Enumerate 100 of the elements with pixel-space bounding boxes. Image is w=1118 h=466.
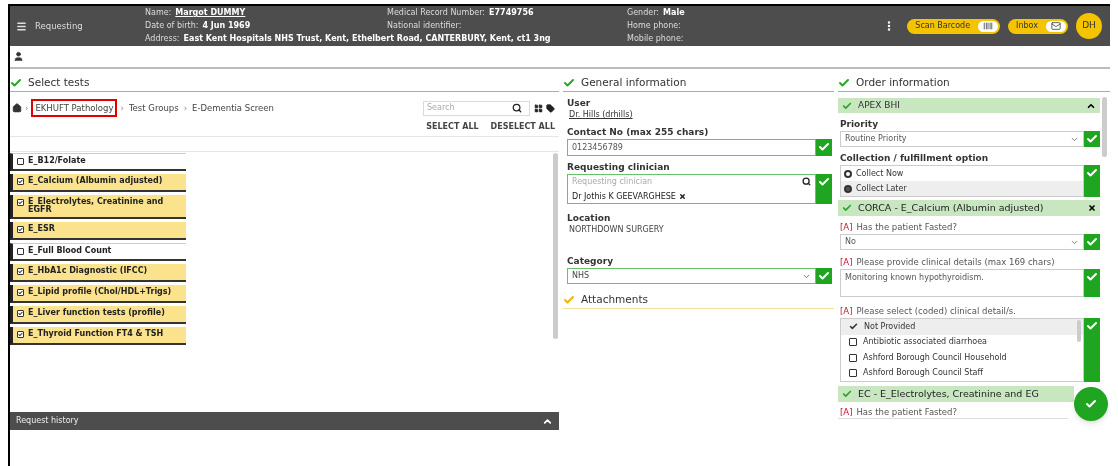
search-icon[interactable]	[802, 177, 811, 186]
checked-checkbox[interactable]	[17, 289, 24, 296]
radio-option[interactable]: Collect Later	[841, 181, 1083, 196]
field-label: Please select (coded) clinical detail/s.	[856, 305, 1016, 317]
location-value: NORTHDOWN SURGERY	[569, 224, 665, 235]
test-item[interactable]: E_Full Blood Count	[10, 243, 186, 261]
field-label: User	[567, 97, 592, 109]
required-tag: [A]	[840, 221, 853, 233]
checked-checkbox[interactable]	[17, 310, 24, 317]
checked-checkbox[interactable]	[17, 226, 24, 233]
close-icon[interactable]	[1088, 204, 1096, 212]
remove-icon[interactable]	[678, 193, 686, 200]
request-history-bar[interactable]: Request history	[10, 412, 559, 430]
breadcrumb-link[interactable]: Test Groups	[126, 100, 181, 116]
test-item[interactable]: E_B12/Folate	[10, 153, 186, 171]
checkbox-option[interactable]: Antibiotic associated diarrhoea	[841, 334, 1083, 350]
field-label: Requesting clinician	[567, 161, 671, 173]
field-label: Medical Record Number:	[387, 7, 486, 19]
breadcrumb-separator: ›	[183, 101, 188, 115]
checked-checkbox[interactable]	[17, 178, 24, 185]
checkbox-option[interactable]: Ashford Borough Council Staff	[841, 365, 1083, 381]
valid-indicator	[1084, 234, 1100, 250]
test-item[interactable]: E_Liver function tests (profile)	[10, 306, 186, 324]
breadcrumb-separator: ›	[25, 101, 29, 115]
submit-button[interactable]	[1074, 387, 1108, 421]
field-value: Male	[663, 7, 685, 19]
clinician-field[interactable]: Requesting clinician Dr Jothis K GEEVARGHESE	[567, 174, 816, 204]
category-select[interactable]: NHS	[567, 268, 816, 284]
test-item[interactable]: E_Electrolytes, Creatinine and EGFR	[10, 195, 186, 219]
check-icon	[842, 389, 852, 399]
breadcrumb-separator: ›	[120, 101, 124, 115]
test-label: E_B12/Folate	[28, 157, 86, 165]
select-all-button[interactable]: SELECT ALL	[426, 121, 479, 133]
valid-indicator	[816, 139, 832, 156]
field-value: East Kent Hospitals NHS Trust, Kent, Ethelbert Road, CANTERBURY, Kent, ct1 3ng	[183, 33, 551, 45]
checkbox[interactable]	[17, 158, 24, 165]
person-icon	[13, 51, 24, 62]
grid-view-icon[interactable]	[534, 103, 543, 113]
check-icon	[842, 203, 852, 213]
barcode-icon	[983, 21, 994, 31]
valid-indicator	[816, 268, 832, 284]
field-label: Please provide clinical details (max 169 chars)	[856, 256, 1055, 268]
checked-checkbox[interactable]	[17, 268, 24, 275]
valid-indicator	[1084, 269, 1100, 297]
test-item[interactable]: E_HbA1c Diagnostic (IFCC)	[10, 264, 186, 282]
menu-icon	[16, 20, 27, 32]
tag-icon[interactable]	[546, 103, 555, 113]
checkbox-option[interactable]: Ashford Borough Council Household	[841, 350, 1083, 366]
valid-indicator	[1084, 318, 1100, 382]
checkbox[interactable]	[17, 248, 24, 255]
checked-checkbox[interactable]	[17, 199, 24, 206]
field-label: Location	[567, 212, 612, 224]
search-field[interactable]: Search	[423, 100, 530, 116]
search-icon[interactable]	[512, 103, 522, 113]
field-label: Has the patient Fasted?	[856, 406, 957, 418]
section-header[interactable]: APEX BHI	[838, 98, 1100, 113]
contact-field[interactable]: 0123456789	[567, 139, 816, 156]
test-label: E_ESR	[28, 225, 55, 233]
check-icon	[842, 100, 852, 111]
user-avatar[interactable]: DH	[1076, 13, 1102, 39]
priority-select[interactable]: Routine Priority	[840, 131, 1084, 147]
test-label: E_Full Blood Count	[28, 247, 112, 255]
inbox-button[interactable]: Inbox	[1008, 18, 1068, 34]
patient-name-link[interactable]: Margot DUMMY	[175, 7, 246, 19]
scrollbar[interactable]	[1102, 97, 1107, 157]
clinical-details-field[interactable]: Monitoring known hypothyroidism.	[840, 269, 1084, 297]
field-label: Has the patient Fasted?	[856, 221, 957, 233]
section-title: Select tests	[28, 75, 90, 91]
user-link[interactable]: Dr. Hills (drhills)	[569, 109, 832, 120]
fasted-select[interactable]: No	[840, 234, 1084, 250]
test-item[interactable]: E_Calcium (Albumin adjusted)	[10, 174, 186, 192]
search-input[interactable]: Search	[427, 102, 512, 114]
test-item[interactable]: E_Lipid profile (Chol/HDL+Trigs)	[10, 285, 186, 303]
breadcrumb-link[interactable]: E-Dementia Screen	[190, 100, 276, 116]
panel-title: Request history	[16, 415, 80, 427]
field-label: Mobile phone:	[627, 33, 684, 45]
section-title: EC - E_Electrolytes, Creatinine and EG	[858, 386, 1039, 401]
required-tag: [A]	[840, 305, 853, 317]
field-label: Date of birth:	[145, 20, 199, 32]
deselect-all-button[interactable]: DESELECT ALL	[490, 121, 555, 133]
checkbox-option[interactable]: Not Provided	[841, 319, 1083, 335]
radio-option[interactable]: Collect Now	[841, 166, 1083, 181]
test-label: E_Electrolytes, Creatinine and EGFR	[28, 198, 165, 214]
section-title: Attachments	[581, 292, 649, 308]
test-item[interactable]: E_Thyroid Function FT4 & TSH	[10, 327, 186, 345]
scrollbar[interactable]	[553, 153, 558, 339]
menu-button[interactable]: Requesting	[10, 19, 145, 33]
check-icon	[849, 322, 858, 332]
home-icon[interactable]	[12, 103, 22, 113]
checked-checkbox[interactable]	[17, 331, 24, 338]
scan-barcode-button[interactable]: Scan Barcode	[907, 18, 1001, 34]
test-item[interactable]: E_ESR	[10, 222, 186, 240]
section-title: Order information	[856, 75, 950, 91]
required-tag: [A]	[840, 406, 853, 418]
section-title: APEX BHI	[858, 98, 901, 112]
breadcrumb-link[interactable]: EKHUFT Pathology	[31, 98, 118, 118]
field-label: Category	[567, 255, 614, 267]
test-label: E_Liver function tests (profile)	[28, 309, 165, 317]
section-title: CORCA - E_Calcium (Albumin adjusted)	[858, 200, 1045, 215]
field-label: Gender:	[627, 7, 660, 19]
